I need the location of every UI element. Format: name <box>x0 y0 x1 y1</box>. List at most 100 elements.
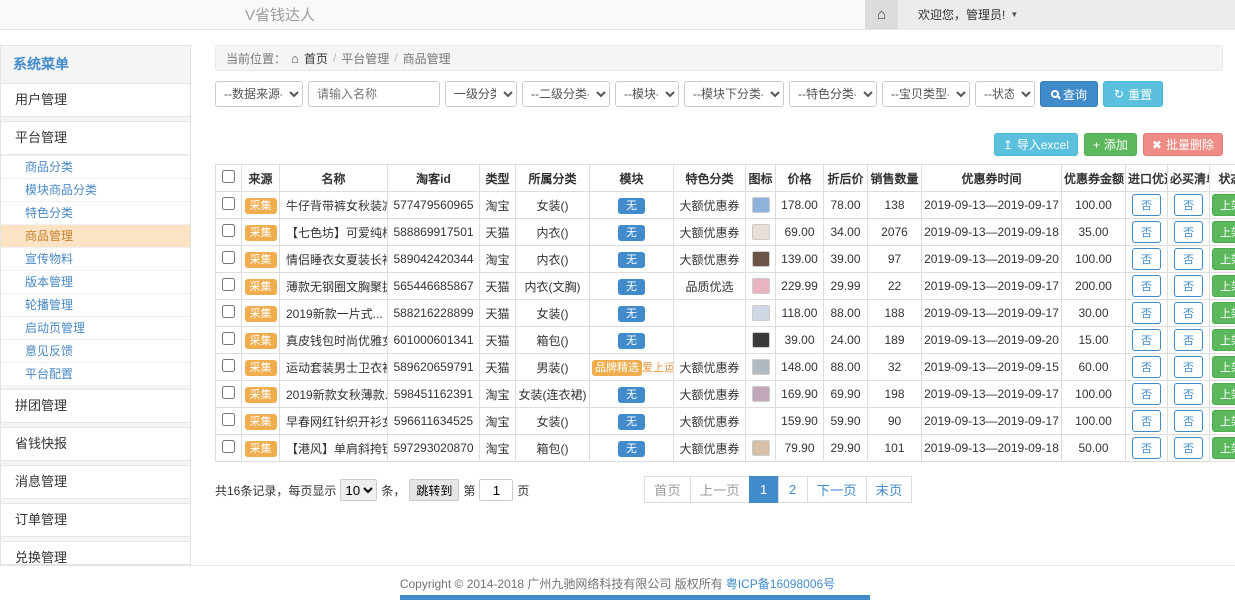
import-select-toggle[interactable]: 否 <box>1132 275 1161 297</box>
row-checkbox[interactable] <box>222 440 235 453</box>
import-select-toggle[interactable]: 否 <box>1132 194 1161 216</box>
must-buy-toggle[interactable]: 否 <box>1174 302 1203 324</box>
sidebar-item[interactable]: 版本管理 <box>1 270 190 293</box>
sidebar-item[interactable]: 平台配置 <box>1 362 190 385</box>
sidebar-group-4[interactable]: 消息管理 <box>1 465 190 499</box>
name-search-input[interactable] <box>308 81 440 107</box>
status-button[interactable]: 上架 <box>1212 410 1235 432</box>
row-checkbox[interactable] <box>222 332 235 345</box>
taoke-id: 565446685867 <box>388 273 480 300</box>
row-checkbox[interactable] <box>222 386 235 399</box>
import-select-toggle[interactable]: 否 <box>1132 410 1161 432</box>
must-buy-toggle[interactable]: 否 <box>1174 275 1203 297</box>
filter-select-2[interactable]: --二级分类-- <box>522 81 610 107</box>
batch-delete-button[interactable]: ✖ 批量删除 <box>1143 133 1223 156</box>
query-button[interactable]: 查询 <box>1040 81 1098 107</box>
module-extra: 爱上运动 <box>642 362 674 374</box>
sidebar-item[interactable]: 模块商品分类 <box>1 178 190 201</box>
pager-button-1[interactable]: 1 <box>749 476 779 503</box>
row-checkbox[interactable] <box>222 359 235 372</box>
sidebar-group-6[interactable]: 兑换管理 <box>1 541 190 565</box>
must-buy-toggle[interactable]: 否 <box>1174 329 1203 351</box>
row-checkbox[interactable] <box>222 251 235 264</box>
filter-bar: --数据来源-- 一级分类--二级分类----模块----模块下分类----特色… <box>215 81 1223 107</box>
sidebar-group-0[interactable]: 用户管理 <box>1 83 190 117</box>
status-button[interactable]: 上架 <box>1212 221 1235 243</box>
status-button[interactable]: 上架 <box>1212 383 1235 405</box>
sidebar-group-5[interactable]: 订单管理 <box>1 503 190 537</box>
bottom-scrollbar[interactable] <box>400 595 870 600</box>
sidebar-item[interactable]: 商品管理 <box>1 224 190 247</box>
breadcrumb-item-platform[interactable]: 平台管理 <box>341 50 389 67</box>
must-buy-toggle[interactable]: 否 <box>1174 194 1203 216</box>
taoke-id: 589620659791 <box>388 354 480 381</box>
filter-select-7[interactable]: --状态-- <box>975 81 1035 107</box>
sidebar-item[interactable]: 意见反馈 <box>1 339 190 362</box>
module-badge: 品牌精选 <box>592 360 642 376</box>
status-button[interactable]: 上架 <box>1212 356 1235 378</box>
import-select-toggle[interactable]: 否 <box>1132 437 1161 459</box>
page-size-select[interactable]: 10 <box>340 479 377 501</box>
pager-button-上一页[interactable]: 上一页 <box>690 476 750 503</box>
pager-button-下一页[interactable]: 下一页 <box>807 476 867 503</box>
sidebar-item[interactable]: 宣传物料 <box>1 247 190 270</box>
feature-category: 大额优惠券 <box>674 192 746 219</box>
jump-button[interactable]: 跳转到 <box>409 479 459 501</box>
status-button[interactable]: 上架 <box>1212 194 1235 216</box>
home-button[interactable]: ⌂ <box>865 0 898 29</box>
product-name: 【港风】单肩斜挎链条... <box>280 435 388 462</box>
add-button[interactable]: + 添加 <box>1084 133 1137 156</box>
import-select-toggle[interactable]: 否 <box>1132 248 1161 270</box>
sidebar-group-3[interactable]: 省钱快报 <box>1 427 190 461</box>
welcome-text[interactable]: 欢迎您，管理员! <box>918 6 1005 23</box>
filter-select-4[interactable]: --模块下分类-- <box>684 81 784 107</box>
row-checkbox-cell <box>216 246 242 273</box>
row-checkbox[interactable] <box>222 224 235 237</box>
must-buy-toggle[interactable]: 否 <box>1174 356 1203 378</box>
sidebar-item[interactable]: 商品分类 <box>1 155 190 178</box>
coupon-amount: 15.00 <box>1062 327 1126 354</box>
status-button[interactable]: 上架 <box>1212 437 1235 459</box>
row-checkbox[interactable] <box>222 197 235 210</box>
must-buy-toggle[interactable]: 否 <box>1174 383 1203 405</box>
jump-page-input[interactable] <box>479 479 513 501</box>
must-buy-toggle[interactable]: 否 <box>1174 248 1203 270</box>
must-buy-toggle[interactable]: 否 <box>1174 221 1203 243</box>
import-select-toggle[interactable]: 否 <box>1132 221 1161 243</box>
status-button[interactable]: 上架 <box>1212 329 1235 351</box>
import-select-toggle[interactable]: 否 <box>1132 329 1161 351</box>
must-buy-toggle[interactable]: 否 <box>1174 410 1203 432</box>
row-checkbox[interactable] <box>222 305 235 318</box>
sidebar-group-1[interactable]: 平台管理 <box>1 121 190 155</box>
select-all-checkbox[interactable] <box>222 170 235 183</box>
sidebar-item[interactable]: 启动页管理 <box>1 316 190 339</box>
pager-button-首页[interactable]: 首页 <box>644 476 691 503</box>
status-button[interactable]: 上架 <box>1212 248 1235 270</box>
status-button[interactable]: 上架 <box>1212 302 1235 324</box>
filter-select-5[interactable]: --特色分类-- <box>789 81 877 107</box>
copyright-text: Copyright © 2014-2018 广州九驰网络科技有限公司 版权所有 <box>400 575 723 592</box>
sidebar-item[interactable]: 轮播管理 <box>1 293 190 316</box>
must-buy-toggle[interactable]: 否 <box>1174 437 1203 459</box>
icon-cell <box>746 354 776 381</box>
import-excel-button[interactable]: ↥ 导入excel <box>994 133 1078 156</box>
pager-button-末页[interactable]: 末页 <box>866 476 913 503</box>
filter-select-0[interactable]: --数据来源-- <box>215 81 303 107</box>
import-select-toggle[interactable]: 否 <box>1132 302 1161 324</box>
status-button[interactable]: 上架 <box>1212 275 1235 297</box>
icp-link[interactable]: 粤ICP备16098006号 <box>726 575 835 592</box>
sidebar-item[interactable]: 特色分类 <box>1 201 190 224</box>
import-select-toggle[interactable]: 否 <box>1132 356 1161 378</box>
row-checkbox[interactable] <box>222 278 235 291</box>
row-checkbox-cell <box>216 273 242 300</box>
pager-button-2[interactable]: 2 <box>778 476 808 503</box>
import-select-toggle[interactable]: 否 <box>1132 383 1161 405</box>
filter-select-6[interactable]: --宝贝类型-- <box>882 81 970 107</box>
filter-select-3[interactable]: --模块-- <box>615 81 679 107</box>
filter-select-1[interactable]: 一级分类 <box>445 81 517 107</box>
sidebar-group-2[interactable]: 拼团管理 <box>1 389 190 423</box>
reset-button[interactable]: ↻ 重置 <box>1103 81 1163 107</box>
breadcrumb-home-link[interactable]: 首页 <box>304 50 328 67</box>
row-checkbox[interactable] <box>222 413 235 426</box>
price: 229.99 <box>776 273 824 300</box>
